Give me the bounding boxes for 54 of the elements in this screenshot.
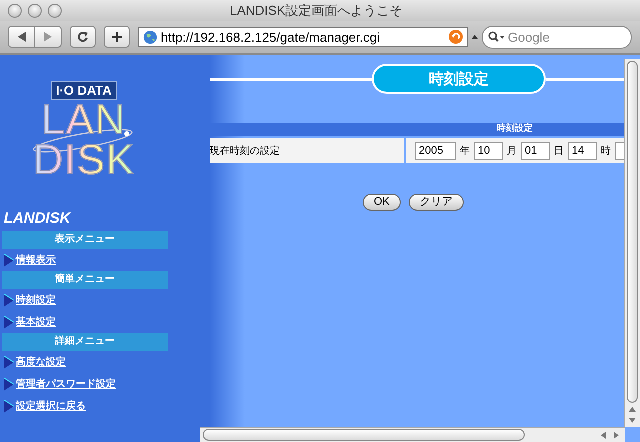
menu-link[interactable]: 時刻設定 xyxy=(16,293,56,307)
menu-section-header: 詳細メニュー xyxy=(2,333,168,351)
menu-link[interactable]: 管理者パスワード設定 xyxy=(16,377,116,391)
close-button[interactable] xyxy=(8,4,22,18)
back-arrow-icon xyxy=(16,32,28,42)
unit-label: 月 xyxy=(507,144,517,158)
menu-link[interactable]: 情報表示 xyxy=(16,253,56,267)
forward-button[interactable] xyxy=(35,26,62,48)
snapback-icon[interactable] xyxy=(449,30,463,44)
menu-section-header: 表示メニュー xyxy=(2,231,168,249)
unit-label: 時 xyxy=(601,144,611,158)
page-title: 時刻設定 xyxy=(372,64,546,94)
table-header: 時刻設定 xyxy=(210,123,624,136)
scroll-arrows-icon[interactable] xyxy=(628,405,637,425)
input-field[interactable]: 14 xyxy=(568,142,597,160)
horizontal-scrollbar[interactable] xyxy=(200,427,625,442)
scroll-arrows-icon[interactable] xyxy=(599,430,621,440)
address-field[interactable]: http://192.168.2.125/gate/manager.cgi xyxy=(138,27,468,47)
back-button[interactable] xyxy=(8,26,35,48)
reload-icon xyxy=(77,31,89,43)
menu-link[interactable]: 高度な設定 xyxy=(16,355,66,369)
table-cell: 現在時刻の設定 xyxy=(210,138,404,163)
menu-section-header: 簡単メニュー xyxy=(2,271,168,289)
triangle-bullet-icon xyxy=(4,254,14,266)
input-field[interactable] xyxy=(615,142,624,160)
unit-label: 年 xyxy=(460,144,470,158)
input-field[interactable]: 10 xyxy=(474,142,503,160)
triangle-bullet-icon xyxy=(4,400,14,412)
triangle-bullet-icon xyxy=(4,378,14,390)
caret-icon xyxy=(472,34,478,40)
triangle-bullet-icon xyxy=(4,294,14,306)
reload-button[interactable] xyxy=(70,26,96,48)
unit-label: 日 xyxy=(554,144,564,158)
plus-icon xyxy=(111,31,123,43)
minimize-button[interactable] xyxy=(28,4,42,18)
menu-link[interactable]: 設定選択に戻る xyxy=(16,399,86,413)
zoom-button[interactable] xyxy=(48,4,62,18)
form-button[interactable]: OK xyxy=(363,194,401,211)
window-title: LANDISK設定画面へようこそ xyxy=(230,2,403,20)
landisk-logo: I·O DATA LAN DISK xyxy=(30,81,136,180)
search-icon xyxy=(488,31,506,43)
search-field[interactable]: Google xyxy=(482,26,632,48)
vertical-scrollbar[interactable] xyxy=(624,59,640,427)
add-bookmark-button[interactable] xyxy=(104,26,130,48)
triangle-bullet-icon xyxy=(4,356,14,368)
search-placeholder: Google xyxy=(508,30,550,44)
input-field[interactable]: 2005 xyxy=(415,142,456,160)
sidebar-heading: LANDISK xyxy=(4,210,72,227)
forward-arrow-icon xyxy=(42,32,54,42)
triangle-bullet-icon xyxy=(4,316,14,328)
form-button[interactable]: クリア xyxy=(408,194,464,211)
menu-link[interactable]: 基本設定 xyxy=(16,315,56,329)
globe-icon xyxy=(143,30,158,44)
input-field[interactable]: 01 xyxy=(521,142,550,160)
